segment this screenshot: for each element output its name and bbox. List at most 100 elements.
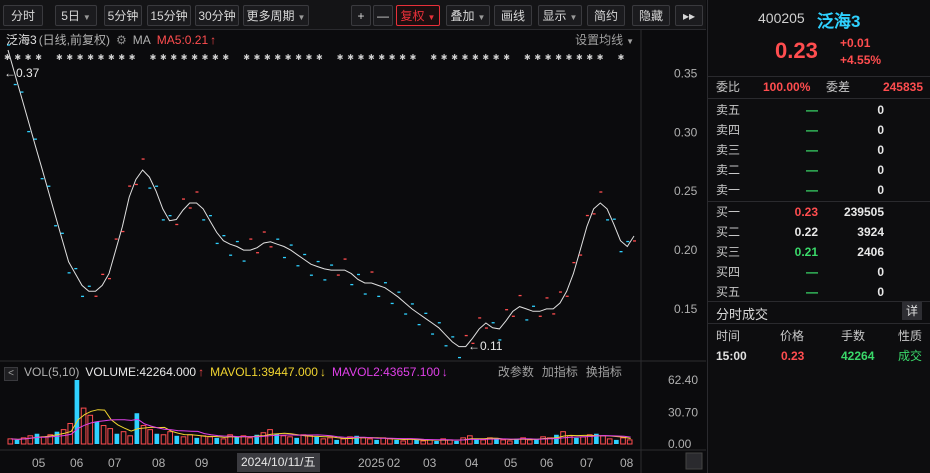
trade-row: 15:00 0.23 42264 成交 xyxy=(708,346,930,366)
volume-bar xyxy=(500,439,506,445)
simple-mode-button[interactable]: 简约 xyxy=(587,5,625,26)
volume-bar xyxy=(347,436,353,445)
adjust-price-label: 复权 xyxy=(400,9,425,23)
level-price: 0.22 xyxy=(794,225,818,239)
chart-area[interactable]: 0.35 0.30 0.25 0.20 0.15 ←0.37 ←0.11 ✱ ✱ ✱ ✱ ✱ ✱ ✱ ✱ ✱ ✱… xyxy=(0,30,706,473)
volume-bar xyxy=(174,435,180,444)
trade-header-row: 时间 价格 手数 性质 xyxy=(708,326,930,346)
trade-price: 0.23 xyxy=(781,349,805,363)
volume-bar xyxy=(360,437,367,445)
period-15min-button[interactable]: 15分钟 xyxy=(147,5,191,26)
event-mark: ✱ xyxy=(77,53,84,62)
chevron-down-icon: ▼ xyxy=(569,13,578,22)
volume-bar xyxy=(460,437,467,445)
event-mark: ✱ xyxy=(316,53,323,62)
overlay-button[interactable]: 叠加 ▼ xyxy=(446,5,490,26)
volume-bar xyxy=(580,436,586,445)
volume-bar xyxy=(620,437,626,445)
mode-legend: (日线,前复权) xyxy=(38,33,111,47)
trade-list-title: 分时成交 xyxy=(716,307,769,322)
volume-bar xyxy=(87,414,94,445)
price-change: +0.01 xyxy=(840,36,871,50)
level-label: 买四 xyxy=(716,265,741,279)
ma5-line xyxy=(7,49,635,348)
mavol1-value: MAVOL1:39447.000 xyxy=(210,365,318,379)
draw-line-button[interactable]: 画线 xyxy=(494,5,532,26)
event-mark: ✱ xyxy=(576,53,583,62)
time-axis-tick: 07 xyxy=(108,456,122,470)
display-button[interactable]: 显示 ▼ xyxy=(538,5,582,26)
event-mark: ✱ xyxy=(358,53,365,62)
time-axis-tick: 09 xyxy=(195,456,209,470)
event-mark: ✱ xyxy=(150,53,157,62)
chevron-down-icon: ▼ xyxy=(427,13,436,22)
volume-bar xyxy=(494,438,499,444)
event-mark: ✱ xyxy=(87,53,94,62)
event-mark: ✱ xyxy=(430,53,437,62)
period-5min-button[interactable]: 5分钟 xyxy=(104,5,142,26)
event-mark: ✱ xyxy=(472,53,479,62)
volume-bar xyxy=(574,437,579,444)
volume-bar xyxy=(367,438,373,445)
adjust-price-button[interactable]: 复权 ▼ xyxy=(396,5,440,26)
hide-button[interactable]: 隐藏 xyxy=(632,5,670,26)
zoom-in-button[interactable]: + xyxy=(351,5,371,26)
event-mark: ✱ xyxy=(25,53,32,62)
event-mark: ✱ xyxy=(462,53,469,62)
period-30min-button[interactable]: 30分钟 xyxy=(195,5,239,26)
volume-bar xyxy=(454,440,459,444)
switch-indicator-button[interactable]: 换指标 xyxy=(586,363,622,381)
event-mark: ✱ xyxy=(181,53,188,62)
volume-bar xyxy=(387,438,393,445)
kline-chart[interactable]: 0.350.300.250.200.15←0.37←0.11✱ ✱ ✱ ✱ ✱ ✱ ✱ ✱ ✱ ✱… xyxy=(0,30,706,473)
setting-ma-button[interactable]: 设置均线 ▼ xyxy=(575,32,634,50)
time-axis-tick: 02 xyxy=(387,456,401,470)
level-label: 卖四 xyxy=(716,123,741,137)
volume-bar xyxy=(506,440,513,445)
expand-icon[interactable]: ▸▸ xyxy=(675,5,703,26)
weibi-value: 100.00% xyxy=(763,80,811,94)
price-legend: 泛海3 (日线,前复权) ⚙ MA MA5:0.21 ↑ xyxy=(6,32,222,48)
collapse-icon[interactable]: < xyxy=(4,367,18,381)
more-periods-button[interactable]: 更多周期 ▼ xyxy=(243,5,309,26)
level-label: 卖二 xyxy=(716,163,741,177)
volume-bar xyxy=(74,380,80,444)
zoom-out-button[interactable]: — xyxy=(373,5,393,26)
quote-panel: 400205 泛海3 0.23 +0.01 +4.55% 委比 100.00% … xyxy=(707,0,930,473)
add-indicator-button[interactable]: 加指标 xyxy=(542,363,578,381)
event-mark: ✱ xyxy=(285,53,292,62)
settings-gear-icon[interactable]: ⚙ xyxy=(116,32,127,48)
level-label: 买三 xyxy=(716,245,741,259)
event-mark: ✱ xyxy=(56,53,63,62)
event-mark: ✱ xyxy=(222,53,229,62)
change-params-button[interactable]: 改参数 xyxy=(498,363,534,381)
time-axis-tick: 04 xyxy=(465,456,479,470)
period-intraday-button[interactable]: 分时 xyxy=(3,5,43,26)
divider xyxy=(708,98,930,99)
stock-name: 泛海3 xyxy=(817,12,861,31)
event-mark: ✱ xyxy=(524,53,531,62)
period-5day-button[interactable]: 5日 ▼ xyxy=(55,5,97,26)
display-label: 显示 xyxy=(542,9,567,23)
event-mark: ✱ xyxy=(347,53,354,62)
event-mark: ✱ xyxy=(170,53,177,62)
volume-bar xyxy=(327,437,333,445)
time-axis-tick: 06 xyxy=(70,456,84,470)
time-axis-tick: 06 xyxy=(540,456,554,470)
trade-detail-button[interactable]: 详 xyxy=(902,302,922,320)
level-volume: 0 xyxy=(877,183,884,197)
volume-bar xyxy=(60,429,67,445)
ma-legend-label: MA xyxy=(132,33,151,47)
volume-bar xyxy=(320,438,327,445)
level-volume: 0 xyxy=(877,123,884,137)
event-mark: ✱ xyxy=(410,53,417,62)
volume-bar xyxy=(214,437,220,444)
volume-bar xyxy=(220,438,227,445)
header-price: 价格 xyxy=(780,329,805,343)
sell-level-row: 卖一 — 0 xyxy=(708,180,930,200)
volume-bar xyxy=(167,431,173,445)
level-price: 0.23 xyxy=(794,205,818,219)
period-toolbar: 分时 5日 ▼ 5分钟 15分钟 30分钟 更多周期 ▼ + — 复权 ▼ 叠加 ▼ 画… xyxy=(0,0,706,30)
volume-axis-tick: 0.00 xyxy=(668,437,692,451)
high-price-marker: ←0.37 xyxy=(4,66,40,80)
